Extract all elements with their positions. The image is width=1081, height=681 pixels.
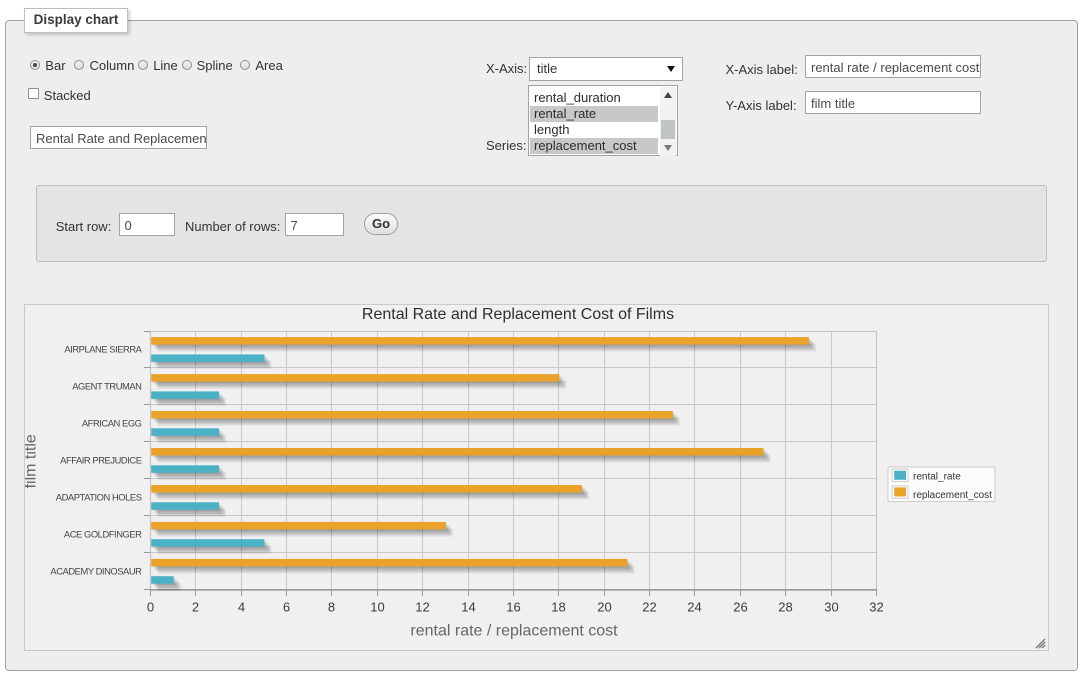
svg-text:32: 32 xyxy=(869,600,883,615)
svg-text:10: 10 xyxy=(370,600,384,615)
svg-text:0: 0 xyxy=(147,600,154,615)
svg-text:6: 6 xyxy=(283,600,290,615)
svg-text:AFRICAN EGG: AFRICAN EGG xyxy=(82,418,142,429)
svg-text:ACADEMY DINOSAUR: ACADEMY DINOSAUR xyxy=(50,566,142,577)
svg-text:28: 28 xyxy=(778,600,792,615)
svg-text:18: 18 xyxy=(551,600,565,615)
svg-text:AFFAIR PREJUDICE: AFFAIR PREJUDICE xyxy=(60,455,142,466)
svg-text:ADAPTATION HOLES: ADAPTATION HOLES xyxy=(56,492,142,503)
svg-text:4: 4 xyxy=(238,600,245,615)
svg-text:20: 20 xyxy=(597,600,611,615)
svg-text:16: 16 xyxy=(506,600,520,615)
svg-text:replacement_cost: replacement_cost xyxy=(913,490,992,501)
svg-text:AIRPLANE SIERRA: AIRPLANE SIERRA xyxy=(64,344,142,355)
svg-text:rental rate / replacement cost: rental rate / replacement cost xyxy=(410,623,618,640)
svg-text:Rental Rate and Replacement Co: Rental Rate and Replacement Cost of Film… xyxy=(362,306,674,323)
svg-text:22: 22 xyxy=(642,600,656,615)
svg-text:14: 14 xyxy=(461,600,475,615)
svg-text:12: 12 xyxy=(415,600,429,615)
svg-text:ACE GOLDFINGER: ACE GOLDFINGER xyxy=(64,529,142,540)
svg-text:2: 2 xyxy=(192,600,199,615)
svg-text:26: 26 xyxy=(733,600,747,615)
svg-text:AGENT TRUMAN: AGENT TRUMAN xyxy=(72,381,141,392)
svg-text:film title: film title xyxy=(25,434,40,488)
svg-text:30: 30 xyxy=(824,600,838,615)
svg-text:8: 8 xyxy=(328,600,335,615)
svg-text:rental_rate: rental_rate xyxy=(913,471,961,482)
svg-text:24: 24 xyxy=(687,600,701,615)
